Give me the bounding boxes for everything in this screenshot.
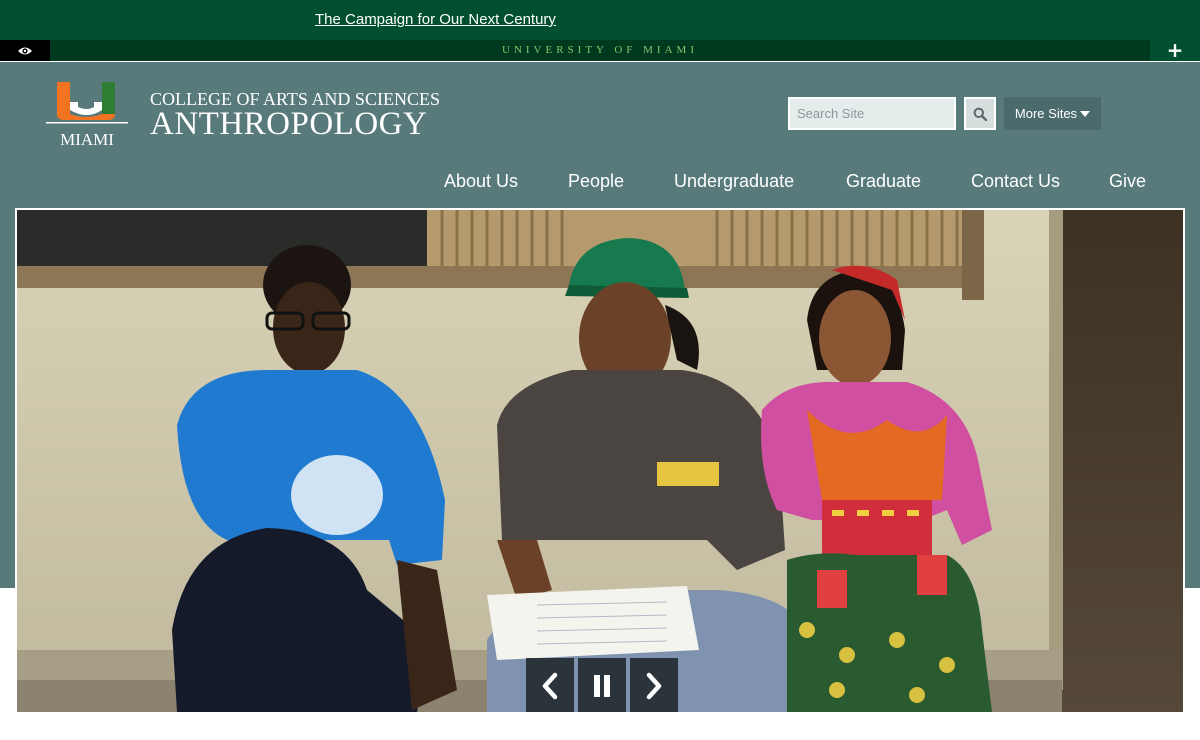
chevron-left-icon (542, 672, 558, 700)
university-logo[interactable]: MIAMI (44, 80, 130, 152)
search-button[interactable] (964, 97, 996, 130)
search-icon (973, 107, 987, 121)
chevron-right-icon (646, 672, 662, 700)
plus-icon: + (1166, 38, 1184, 62)
campaign-link[interactable]: The Campaign for Our Next Century (315, 11, 556, 28)
expand-button[interactable]: + (1150, 40, 1200, 61)
previous-slide-button[interactable] (526, 658, 574, 712)
search-box (788, 97, 956, 130)
hero-carousel (15, 208, 1185, 714)
hero-slide (17, 210, 1183, 712)
nav-give[interactable]: Give (1109, 171, 1146, 192)
slide-controls (526, 658, 678, 712)
hero-photo (17, 210, 1183, 712)
u-logo-icon (46, 82, 128, 124)
campaign-bar: The Campaign for Our Next Century (0, 0, 1200, 40)
search-button-inner (966, 99, 994, 128)
nav-undergraduate[interactable]: Undergraduate (674, 171, 794, 192)
logo-wordmark: MIAMI (60, 130, 114, 149)
more-sites-label: More Sites (1014, 106, 1078, 121)
more-sites-button[interactable]: More Sites (1004, 97, 1101, 130)
department-title[interactable]: ANTHROPOLOGY (150, 106, 427, 143)
pause-icon (594, 675, 610, 697)
nav-contact-us[interactable]: Contact Us (971, 171, 1060, 192)
search-input[interactable] (790, 99, 954, 128)
next-slide-button[interactable] (630, 658, 678, 712)
caret-down-icon (1080, 110, 1091, 117)
pause-slideshow-button[interactable] (578, 658, 626, 712)
university-bar: UNIVERSITY OF MIAMI + (0, 40, 1200, 61)
nav-about-us[interactable]: About Us (444, 171, 518, 192)
nav-people[interactable]: People (568, 171, 624, 192)
university-name: UNIVERSITY OF MIAMI (502, 44, 698, 56)
nav-graduate[interactable]: Graduate (846, 171, 921, 192)
